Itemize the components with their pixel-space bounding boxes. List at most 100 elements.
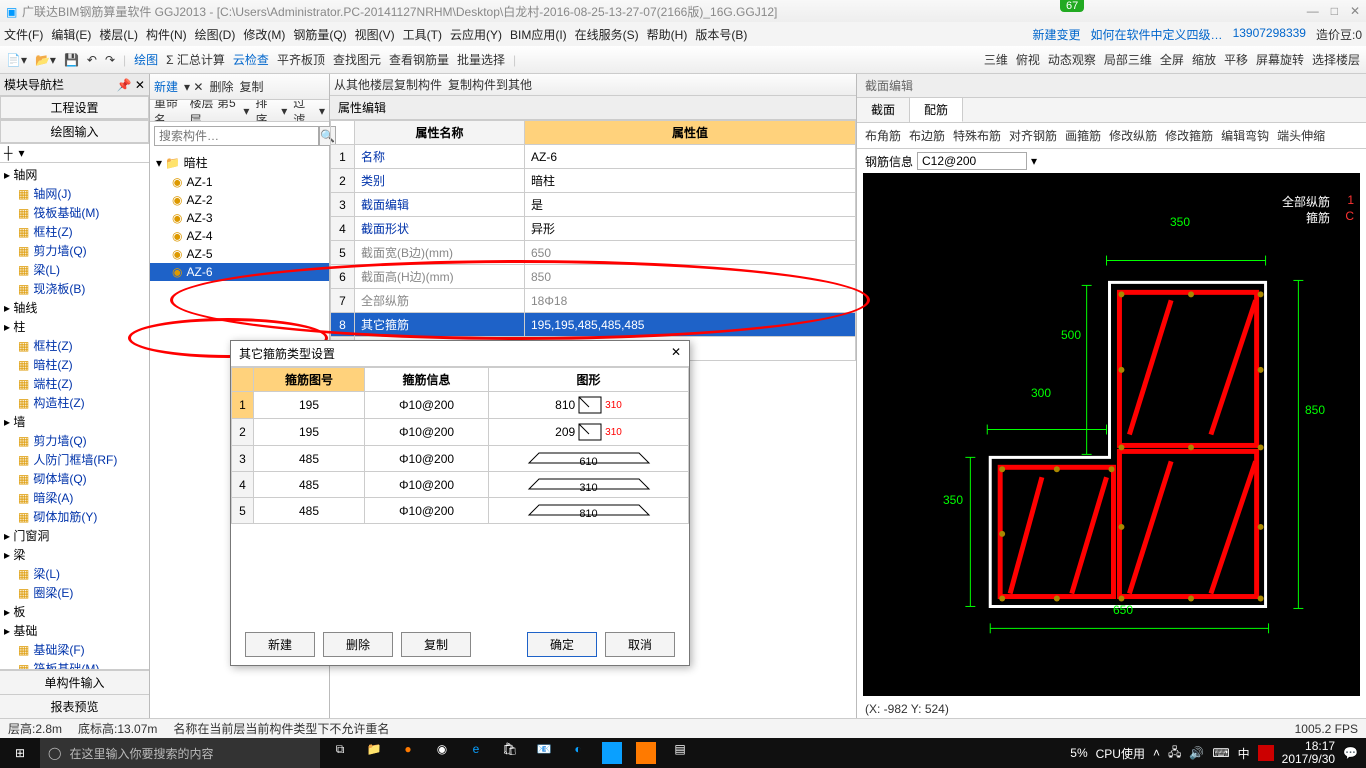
tree-group[interactable]: ▸ 轴线 — [0, 298, 149, 317]
sort-button[interactable]: 排序 — [255, 100, 275, 122]
tree-item[interactable]: ▦ 轴网(J) — [0, 184, 149, 203]
component-tree[interactable]: ▾ 📁 暗柱◉ AZ-1◉ AZ-2◉ AZ-3◉ AZ-4◉ AZ-5◉ AZ… — [150, 150, 329, 283]
tree-item[interactable]: ▦ 暗梁(A) — [0, 488, 149, 507]
property-row[interactable]: 2类别暗柱 — [331, 169, 856, 193]
close-icon[interactable]: ✕ — [1350, 4, 1360, 18]
menu-help[interactable]: 帮助(H) — [647, 26, 688, 43]
stirrup-row[interactable]: 5485Φ10@200810 — [232, 498, 689, 524]
tree-item[interactable]: ▦ 筏板基础(M) — [0, 659, 149, 669]
app4-icon[interactable] — [636, 742, 656, 764]
floor-selector[interactable]: 楼层 第5层 — [190, 100, 238, 122]
redo-icon[interactable]: ↷ — [105, 53, 115, 67]
tray-volume-icon[interactable]: 🔊 — [1189, 746, 1204, 760]
component-item[interactable]: ◉ AZ-3 — [150, 209, 329, 227]
tree-group[interactable]: ▸ 墙 — [0, 412, 149, 431]
module-tree[interactable]: ▸ 轴网▦ 轴网(J)▦ 筏板基础(M)▦ 框柱(Z)▦ 剪力墙(Q)▦ 梁(L… — [0, 163, 149, 669]
undo-icon[interactable]: ↶ — [87, 53, 97, 67]
find-element-button[interactable]: 查找图元 — [333, 51, 381, 68]
menu-component[interactable]: 构件(N) — [146, 26, 187, 43]
dialog-copy-button[interactable]: 复制 — [401, 632, 471, 657]
menu-floor[interactable]: 楼层(L) — [99, 26, 138, 43]
copy-component-button[interactable]: 复制 — [239, 78, 263, 95]
app5-icon[interactable]: ▤ — [670, 742, 690, 764]
tree-item[interactable]: ▦ 剪力墙(Q) — [0, 431, 149, 450]
rebar-tool-button[interactable]: 修改纵筋 — [1109, 127, 1157, 144]
rebar-tool-button[interactable]: 特殊布筋 — [953, 127, 1001, 144]
tray-network-icon[interactable]: 🖧 — [1168, 743, 1181, 764]
app3-icon[interactable] — [602, 742, 622, 764]
new-component-button[interactable]: 新建 — [154, 78, 178, 95]
menu-bim[interactable]: BIM应用(I) — [510, 26, 567, 43]
user-id[interactable]: 13907298339 — [1233, 26, 1306, 43]
tree-item[interactable]: ▦ 圈梁(E) — [0, 583, 149, 602]
tree-group[interactable]: ▸ 轴网 — [0, 165, 149, 184]
project-settings-button[interactable]: 工程设置 — [0, 96, 149, 119]
pan-button[interactable]: 平移 — [1224, 51, 1248, 68]
menu-modify[interactable]: 修改(M) — [243, 26, 285, 43]
single-component-button[interactable]: 单构件输入 — [0, 670, 149, 694]
section-canvas[interactable]: 350 500 300 850 350 650 全部纵筋 箍筋 1 C — [863, 173, 1360, 696]
tray-ime[interactable]: 中 — [1238, 745, 1250, 762]
draw-input-button[interactable]: 绘图输入 — [0, 120, 149, 143]
component-item[interactable]: ◉ AZ-6 — [150, 263, 329, 281]
menu-cloud[interactable]: 云应用(Y) — [450, 26, 502, 43]
start-button[interactable]: ⊞ — [0, 746, 40, 760]
component-item[interactable]: ◉ AZ-1 — [150, 173, 329, 191]
tree-item[interactable]: ▦ 框柱(Z) — [0, 222, 149, 241]
properties-table[interactable]: 属性名称属性值 1名称AZ-62类别暗柱3截面编辑是4截面形状异形5截面宽(B边… — [330, 120, 856, 361]
property-row[interactable]: 4截面形状异形 — [331, 217, 856, 241]
property-row[interactable]: 8其它箍筋195,195,485,485,485 — [331, 313, 856, 337]
property-row[interactable]: 3截面编辑是 — [331, 193, 856, 217]
menu-version[interactable]: 版本号(B) — [695, 26, 747, 43]
stirrup-row[interactable]: 1195Φ10@200810 310 — [232, 392, 689, 419]
rebar-tool-button[interactable]: 对齐钢筋 — [1009, 127, 1057, 144]
tree-item[interactable]: ▦ 框柱(Z) — [0, 336, 149, 355]
tree-item[interactable]: ▦ 梁(L) — [0, 260, 149, 279]
component-item[interactable]: ◉ AZ-2 — [150, 191, 329, 209]
open-icon[interactable]: 📂▾ — [35, 53, 56, 67]
tray-up-icon[interactable]: ˄ — [1153, 746, 1160, 760]
menu-edit[interactable]: 编辑(E) — [51, 26, 91, 43]
property-row[interactable]: 5截面宽(B边)(mm)650 — [331, 241, 856, 265]
property-row[interactable]: 7全部纵筋18Φ18 — [331, 289, 856, 313]
help-link[interactable]: 如何在软件中定义四级… — [1091, 26, 1223, 43]
edge-icon[interactable]: e — [466, 742, 486, 764]
new-change-button[interactable]: 新建变更 — [1033, 26, 1081, 43]
tree-item[interactable]: ▦ 基础梁(F) — [0, 640, 149, 659]
view-top-button[interactable]: 俯视 — [1016, 51, 1040, 68]
rebar-tool-button[interactable]: 画箍筋 — [1065, 127, 1101, 144]
tree-group[interactable]: ▸ 基础 — [0, 621, 149, 640]
rebar-info-input[interactable] — [917, 152, 1027, 170]
draw-button[interactable]: 绘图 — [134, 51, 158, 68]
stirrup-row[interactable]: 2195Φ10@200209 310 — [232, 419, 689, 446]
firefox-icon[interactable]: ● — [398, 742, 418, 764]
tree-group[interactable]: ▸ 梁 — [0, 545, 149, 564]
tree-item[interactable]: ▦ 构造柱(Z) — [0, 393, 149, 412]
dialog-ok-button[interactable]: 确定 — [527, 632, 597, 657]
rebar-tool-button[interactable]: 布边筋 — [909, 127, 945, 144]
dialog-close-icon[interactable]: ✕ — [671, 345, 681, 362]
menu-view[interactable]: 视图(V) — [355, 26, 395, 43]
taskview-icon[interactable]: ⧉ — [330, 742, 350, 764]
search-input[interactable] — [154, 126, 319, 146]
stirrup-row[interactable]: 3485Φ10@200610 — [232, 446, 689, 472]
tree-item[interactable]: ▦ 梁(L) — [0, 564, 149, 583]
menu-file[interactable]: 文件(F) — [4, 26, 43, 43]
tree-item[interactable]: ▦ 暗柱(Z) — [0, 355, 149, 374]
rebar-tool-button[interactable]: 端头伸缩 — [1277, 127, 1325, 144]
menu-draw[interactable]: 绘图(D) — [195, 26, 236, 43]
app2-icon[interactable]: ◐ — [568, 742, 588, 764]
component-item[interactable]: ◉ AZ-4 — [150, 227, 329, 245]
save-icon[interactable]: 💾 — [64, 53, 79, 67]
menu-rebar[interactable]: 钢筋量(Q) — [293, 26, 346, 43]
dialog-new-button[interactable]: 新建 — [245, 632, 315, 657]
pin-icon[interactable]: 📌 ✕ — [117, 78, 145, 92]
chrome-icon[interactable]: ◉ — [432, 742, 452, 764]
tray-notifications-icon[interactable]: 💬 — [1343, 746, 1358, 760]
tree-item[interactable]: ▦ 人防门框墙(RF) — [0, 450, 149, 469]
component-item[interactable]: ◉ AZ-5 — [150, 245, 329, 263]
store-icon[interactable]: 🛍 — [500, 742, 520, 764]
menu-tool[interactable]: 工具(T) — [403, 26, 442, 43]
view-3d-button[interactable]: 三维 — [984, 51, 1008, 68]
tree-item[interactable]: ▦ 剪力墙(Q) — [0, 241, 149, 260]
